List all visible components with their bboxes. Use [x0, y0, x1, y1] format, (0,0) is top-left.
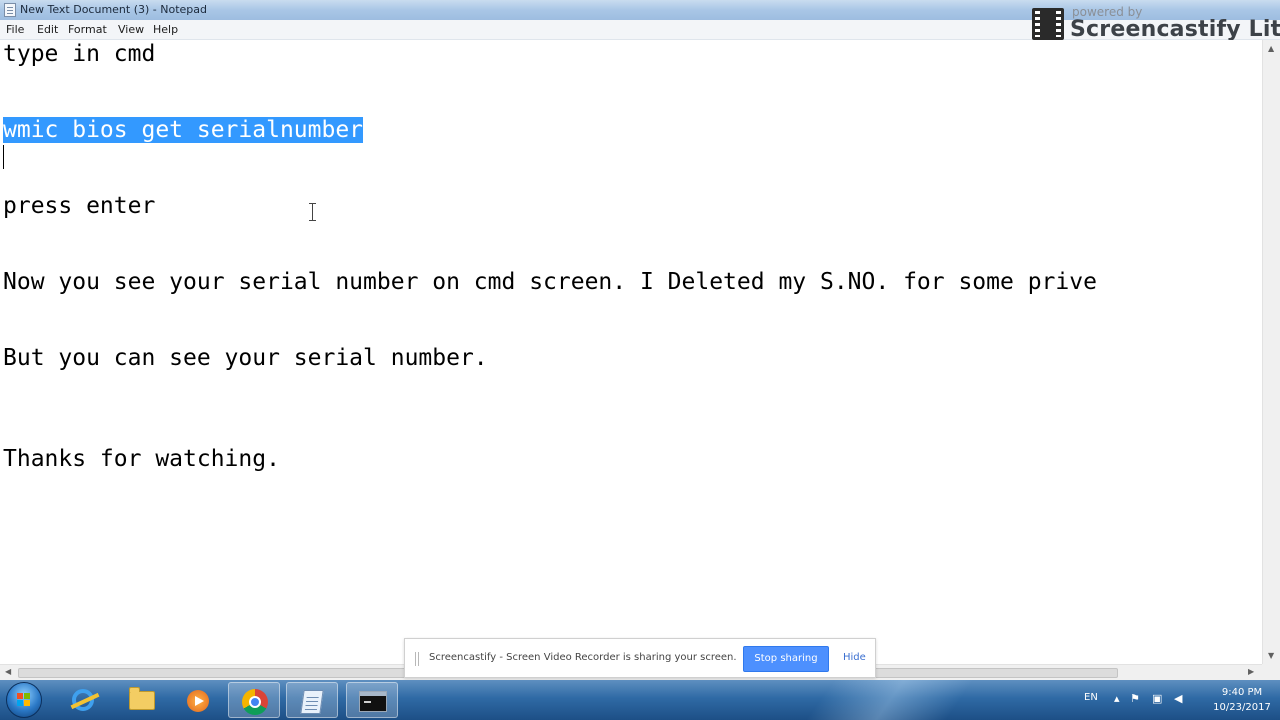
vertical-scrollbar[interactable]: ▲ ▼	[1262, 40, 1280, 664]
sharing-message: Screencastify - Screen Video Recorder is…	[429, 652, 737, 663]
scroll-left-arrow-icon[interactable]: ◀	[5, 667, 11, 676]
taskbar-internet-explorer[interactable]	[58, 682, 110, 718]
watermark-brand: Screencastify Lite	[1070, 17, 1280, 42]
text-line-2: wmic bios get serialnumber	[3, 116, 364, 144]
taskbar-media-player[interactable]	[172, 682, 224, 718]
text-caret	[3, 145, 4, 169]
menu-view[interactable]: View	[118, 23, 144, 36]
language-indicator[interactable]: EN	[1084, 692, 1098, 703]
ibeam-cursor-icon	[309, 203, 316, 221]
show-hidden-icons-icon[interactable]: ▴	[1114, 692, 1120, 705]
windows-logo-icon	[17, 693, 31, 707]
film-strip-icon	[1032, 8, 1064, 40]
network-icon[interactable]: ▣	[1152, 692, 1162, 705]
internet-explorer-icon	[72, 689, 94, 711]
text-editor-area[interactable]: type in cmd wmic bios get serialnumber p…	[0, 40, 1262, 664]
clock-date[interactable]: 10/23/2017	[1210, 702, 1274, 713]
folder-icon	[129, 687, 155, 710]
menu-edit[interactable]: Edit	[37, 23, 58, 36]
screencastify-watermark: powered by Screencastify Lite	[1026, 2, 1280, 44]
selected-text: wmic bios get serialnumber	[3, 117, 364, 143]
menu-file[interactable]: File	[6, 23, 24, 36]
menu-format[interactable]: Format	[68, 23, 107, 36]
taskbar-command-prompt[interactable]	[346, 682, 398, 718]
media-player-icon	[187, 690, 209, 712]
taskbar-chrome[interactable]	[228, 682, 280, 718]
taskbar: EN ▴ ⚑ ▣ ◀ 9:40 PM 10/23/2017	[0, 680, 1280, 720]
scroll-down-arrow-icon[interactable]: ▼	[1268, 651, 1274, 660]
text-line-5: But you can see your serial number.	[3, 345, 488, 371]
text-line-4: Now you see your serial number on cmd sc…	[3, 269, 1097, 295]
taskbar-file-explorer[interactable]	[116, 682, 168, 718]
menu-help[interactable]: Help	[153, 23, 178, 36]
text-line-6: Thanks for watching.	[3, 446, 280, 472]
text-line-3: press enter	[3, 193, 156, 219]
action-center-flag-icon[interactable]: ⚑	[1130, 692, 1140, 705]
hide-link[interactable]: Hide	[843, 652, 866, 663]
notepad-icon	[300, 690, 324, 714]
notepad-app-icon[interactable]	[4, 3, 16, 17]
command-prompt-icon	[359, 691, 387, 712]
clock-time[interactable]: 9:40 PM	[1210, 687, 1274, 698]
taskbar-notepad[interactable]	[286, 682, 338, 718]
drag-handle-icon[interactable]	[415, 652, 419, 666]
scroll-up-arrow-icon[interactable]: ▲	[1268, 44, 1274, 53]
stop-sharing-button[interactable]: Stop sharing	[743, 646, 829, 672]
scrollbar-corner	[1262, 664, 1280, 680]
text-line-1: type in cmd	[3, 41, 156, 67]
scroll-right-arrow-icon[interactable]: ▶	[1248, 667, 1254, 676]
screen-sharing-notification: Screencastify - Screen Video Recorder is…	[404, 638, 876, 678]
start-button[interactable]	[6, 682, 42, 718]
volume-icon[interactable]: ◀	[1174, 692, 1182, 705]
chrome-icon	[242, 689, 268, 715]
window-title: New Text Document (3) - Notepad	[20, 3, 208, 16]
